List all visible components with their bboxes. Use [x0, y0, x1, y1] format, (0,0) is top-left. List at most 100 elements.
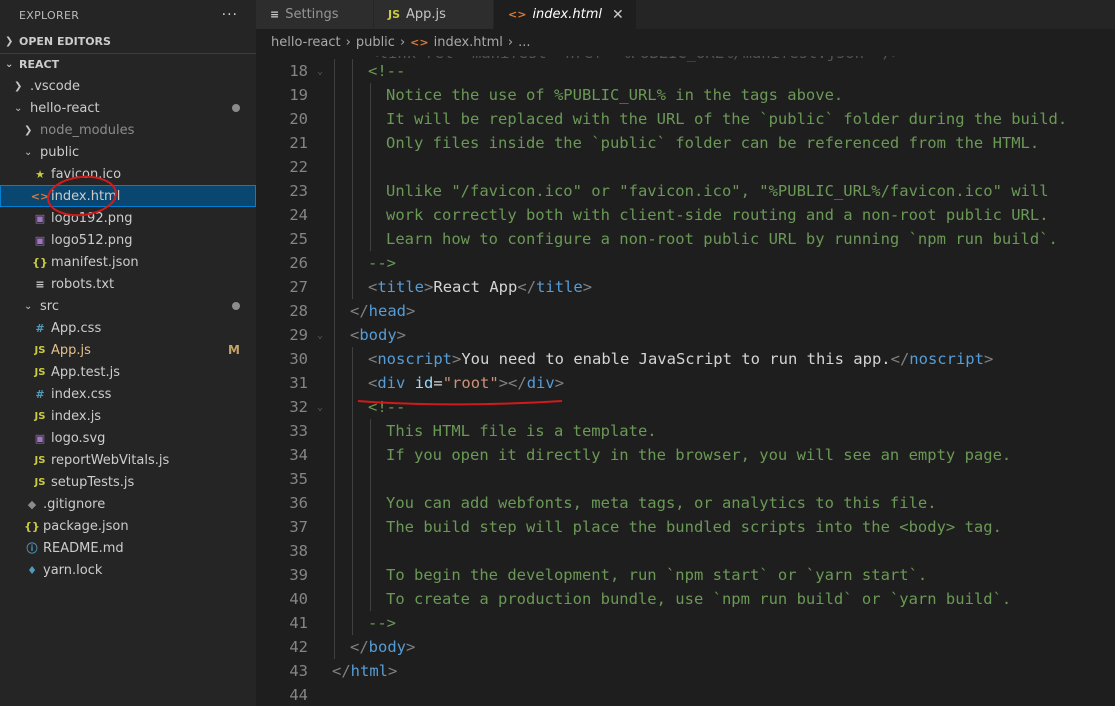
code-token: head	[368, 302, 406, 320]
settings-file-icon: ≡	[270, 8, 280, 21]
code-token: If you open it directly in the browser, …	[386, 446, 1012, 464]
tree-item[interactable]: JS setupTests.js	[0, 471, 256, 493]
tab-appjs[interactable]: JS App.js	[374, 0, 494, 29]
breadcrumb-item[interactable]: hello-react	[271, 35, 341, 50]
code-line: 42 </body>	[256, 635, 1115, 659]
code-token: body	[359, 326, 397, 344]
tree-item[interactable]: ▣ logo.svg	[0, 427, 256, 449]
indent-guide	[334, 587, 335, 611]
tree-item[interactable]: ⓘ README.md	[0, 537, 256, 559]
indent-guide	[352, 59, 353, 83]
tree-item[interactable]: {} package.json	[0, 515, 256, 537]
line-number: 36	[289, 494, 308, 512]
tree-item[interactable]: {} manifest.json	[0, 251, 256, 273]
tree-item[interactable]: ⌄ hello-react	[0, 97, 256, 119]
indent-guide	[334, 131, 335, 155]
tab-settings[interactable]: ≡ Settings	[256, 0, 374, 29]
tree-item-label: package.json	[43, 518, 129, 534]
indent-guide	[352, 539, 353, 563]
line-number: 21	[289, 134, 308, 152]
tree-item[interactable]: JS App.test.js	[0, 361, 256, 383]
tree-item[interactable]: ♦ yarn.lock	[0, 559, 256, 581]
code-editor[interactable]: <link rel="manifest" href="%PUBLIC_URL%/…	[256, 56, 1115, 706]
code-token: div	[526, 374, 555, 392]
explorer-header: EXPLORER ···	[0, 0, 256, 30]
svg-icon: ▣	[34, 431, 46, 445]
fold-chevron-icon[interactable]: ⌄	[308, 66, 332, 77]
code-token: To begin the development, run `npm start…	[386, 566, 928, 584]
line-number: 24	[289, 206, 308, 224]
code-line: 32 ⌄ <!--	[256, 395, 1115, 419]
fold-chevron-icon[interactable]: ⌄	[308, 402, 332, 413]
tree-item[interactable]: ≡ robots.txt	[0, 273, 256, 295]
tree-item[interactable]: ▣ logo512.png	[0, 229, 256, 251]
js-icon: JS	[34, 454, 46, 466]
css-icon: #	[35, 387, 45, 401]
editor-tabs: ≡ Settings JS App.js <> index.html ✕	[256, 0, 1115, 29]
more-actions-icon[interactable]: ···	[222, 7, 238, 23]
tree-item[interactable]: ▣ logo192.png	[0, 207, 256, 229]
code-content: <noscript>You need to enable JavaScript …	[332, 350, 993, 368]
indent-guide	[370, 131, 371, 155]
line-number: 23	[289, 182, 308, 200]
chevron-down-icon: ⌄	[24, 146, 33, 158]
tree-item[interactable]: ◆ .gitignore	[0, 493, 256, 515]
tab-label: App.js	[406, 7, 446, 22]
tab-label: index.html	[532, 7, 602, 22]
breadcrumb-item[interactable]: index.html	[434, 35, 503, 50]
close-icon[interactable]: ✕	[612, 7, 624, 23]
code-token: The build step will place the bundled sc…	[386, 518, 1002, 536]
chevron-right-icon: ›	[507, 35, 514, 50]
code-content: -->	[332, 614, 396, 632]
git-modified-badge: M	[228, 343, 240, 357]
tree-item[interactable]: JS reportWebVitals.js	[0, 449, 256, 471]
code-token: <!--	[368, 62, 406, 80]
open-editors-section[interactable]: ❯ OPEN EDITORS	[0, 30, 256, 52]
tree-item[interactable]: JS App.js M	[0, 339, 256, 361]
explorer-sidebar: EXPLORER ··· ❯ OPEN EDITORS ⌄ REACT ❯ .vs…	[0, 0, 256, 706]
indent-guide	[352, 563, 353, 587]
code-content: work correctly both with client-side rou…	[332, 206, 1049, 224]
tree-item[interactable]: ❯ .vscode	[0, 75, 256, 97]
code-token: <	[368, 374, 378, 392]
indent-guide	[370, 515, 371, 539]
tree-item[interactable]: # App.css	[0, 317, 256, 339]
breadcrumb-item[interactable]: public	[356, 35, 395, 50]
workspace-label: REACT	[19, 58, 60, 71]
tree-item-label: logo512.png	[51, 232, 133, 248]
tree-item[interactable]: ⌄ src	[0, 295, 256, 317]
indent-guide	[334, 83, 335, 107]
tree-item[interactable]: ★ favicon.ico	[0, 163, 256, 185]
json-icon: {}	[32, 255, 48, 269]
code-content: <body>	[332, 326, 406, 344]
indent-guide	[352, 227, 353, 251]
line-number: 22	[289, 158, 308, 176]
tree-item[interactable]: # index.css	[0, 383, 256, 405]
html-icon: <>	[508, 8, 527, 21]
tree-item-label: index.js	[51, 408, 102, 424]
code-token: -->	[368, 254, 396, 272]
tree-item[interactable]: <> index.html	[0, 185, 256, 207]
code-line: 24 work correctly both with client-side r…	[256, 203, 1115, 227]
tree-item[interactable]: ❯ node_modules	[0, 119, 256, 141]
tree-item[interactable]: ⌄ public	[0, 141, 256, 163]
line-number: 25	[289, 230, 308, 248]
indent-guide	[370, 155, 371, 179]
indent-guide	[352, 515, 353, 539]
code-content: If you open it directly in the browser, …	[332, 446, 1011, 464]
code-line: 23 Unlike "/favicon.ico" or "favicon.ico"…	[256, 179, 1115, 203]
code-token: </	[517, 278, 537, 296]
tab-indexhtml[interactable]: <> index.html ✕	[494, 0, 637, 29]
tree-item-label: App.js	[51, 342, 91, 358]
indent-guide	[352, 371, 353, 395]
indent-guide	[334, 539, 335, 563]
breadcrumb-item[interactable]: ...	[518, 35, 530, 50]
indent-guide	[370, 179, 371, 203]
code-line: 28 </head>	[256, 299, 1115, 323]
code-line: 19 Notice the use of %PUBLIC_URL% in the …	[256, 83, 1115, 107]
fold-chevron-icon[interactable]: ⌄	[308, 330, 332, 341]
code-token: >	[406, 638, 416, 656]
tree-item[interactable]: JS index.js	[0, 405, 256, 427]
workspace-section[interactable]: ⌄ REACT	[0, 53, 256, 75]
tab-label: Settings	[285, 7, 339, 22]
